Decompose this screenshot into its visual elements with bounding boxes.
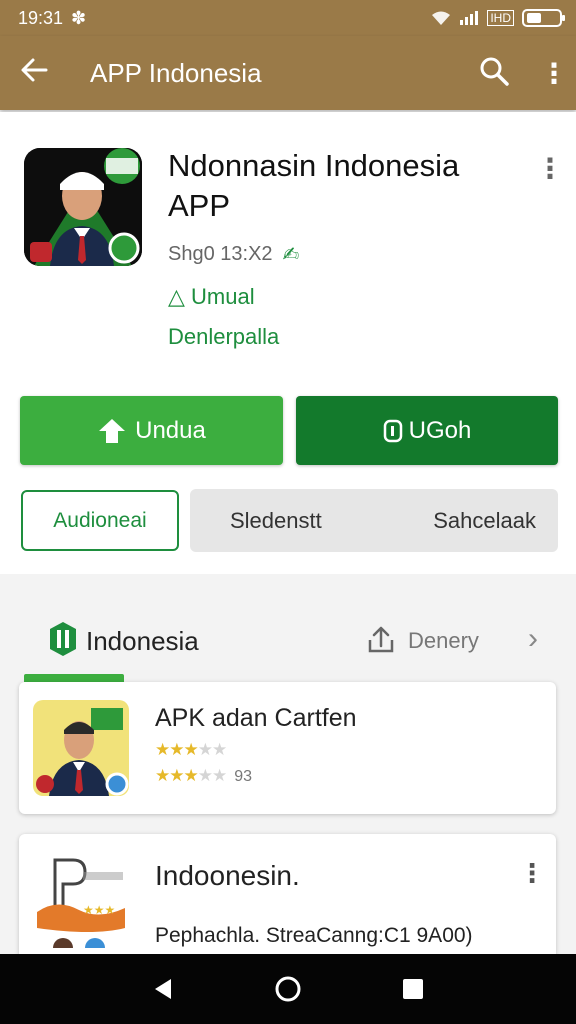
nav-home-icon[interactable] [268, 969, 308, 1009]
section-header: Indonesia Denery › [0, 602, 576, 682]
segmented-tabs: Sledenstt Sahcelaak [190, 489, 558, 552]
nav-recents-icon[interactable] [393, 969, 433, 1009]
wifi-icon [432, 11, 451, 25]
status-text: IHD [487, 10, 514, 26]
list-item-title: APK adan Cartfen [155, 704, 357, 732]
list-item-thumbnail: ★★★ [33, 852, 129, 948]
list-item[interactable]: APK adan Cartfen ★★★★★ ★★★★★ 93 [19, 682, 556, 814]
open-icon [383, 419, 402, 442]
app-bar-title: APP Indonesia [90, 57, 262, 88]
status-time: 19:31 [18, 7, 64, 28]
nav-back-icon[interactable] [143, 969, 183, 1009]
system-nav-bar [0, 954, 576, 1024]
person-thumbnail-icon [33, 700, 129, 796]
open-button-label: UGoh [408, 416, 472, 444]
battery-icon [522, 9, 565, 27]
person-portrait-icon [24, 148, 142, 266]
tab-second[interactable]: Sledenstt [230, 508, 322, 534]
list-item-thumbnail [33, 700, 129, 796]
list-item-more-icon[interactable]: ⋮ [519, 858, 545, 889]
app-more-icon[interactable]: ⋮ [536, 152, 564, 185]
upload-icon [99, 418, 126, 443]
list-item[interactable]: ★★★ Indoonesin. ⋮ Pephachla. StreaCanng:… [19, 834, 556, 974]
app-developer-link[interactable]: Denlerpalla [168, 324, 279, 350]
section-action-link[interactable]: Denery [408, 628, 479, 654]
share-icon[interactable] [366, 624, 396, 654]
app-header-card: Ndonnasin Indonesia APP ⋮ Shg0 13:X2 ✍ △… [0, 112, 576, 574]
app-meta: Shg0 13:X2 ✍ [168, 242, 299, 267]
tab-audio[interactable]: Audioneai [21, 490, 179, 551]
list-item-description: Pephachla. StreaCanng:C1 9A00) [155, 924, 473, 947]
install-button[interactable]: Undua [20, 396, 283, 465]
install-button-label: Undua [135, 416, 206, 444]
app-icon [24, 148, 142, 266]
badge-icon: ✍ [282, 244, 300, 266]
app-bar: APP Indonesia ⋮ [0, 36, 576, 110]
app-thumbnail-icon: ★★★ [33, 852, 129, 948]
star-rating: ★★★★★ 93 [155, 766, 253, 785]
back-arrow-icon[interactable] [20, 55, 60, 92]
app-category[interactable]: △ Umual [168, 284, 255, 310]
category-icon: △ [168, 284, 185, 309]
section-tab-indicator [24, 674, 124, 682]
open-button[interactable]: UGoh [296, 396, 558, 465]
category-label: Umual [191, 284, 255, 309]
tab-third[interactable]: Sahcelaak [433, 508, 536, 534]
status-bar: 19:31 ✽ IHD [0, 0, 576, 36]
search-icon[interactable] [478, 55, 514, 91]
app-title: Ndonnasin Indonesia APP [168, 148, 460, 223]
svg-text:★★★: ★★★ [83, 903, 115, 917]
list-item-title: Indoonesin. [155, 860, 300, 891]
rating-count: 93 [234, 768, 253, 785]
section-title: Indonesia [86, 626, 199, 656]
app-meta-text: Shg0 13:X2 [168, 243, 273, 265]
signal-icon [460, 11, 479, 25]
chevron-right-icon[interactable]: › [528, 622, 538, 656]
star-rating: ★★★★★ [155, 740, 227, 759]
section-logo-icon [50, 622, 76, 656]
gear-icon: ✽ [71, 7, 87, 28]
overflow-menu-icon[interactable]: ⋮ [540, 57, 568, 90]
